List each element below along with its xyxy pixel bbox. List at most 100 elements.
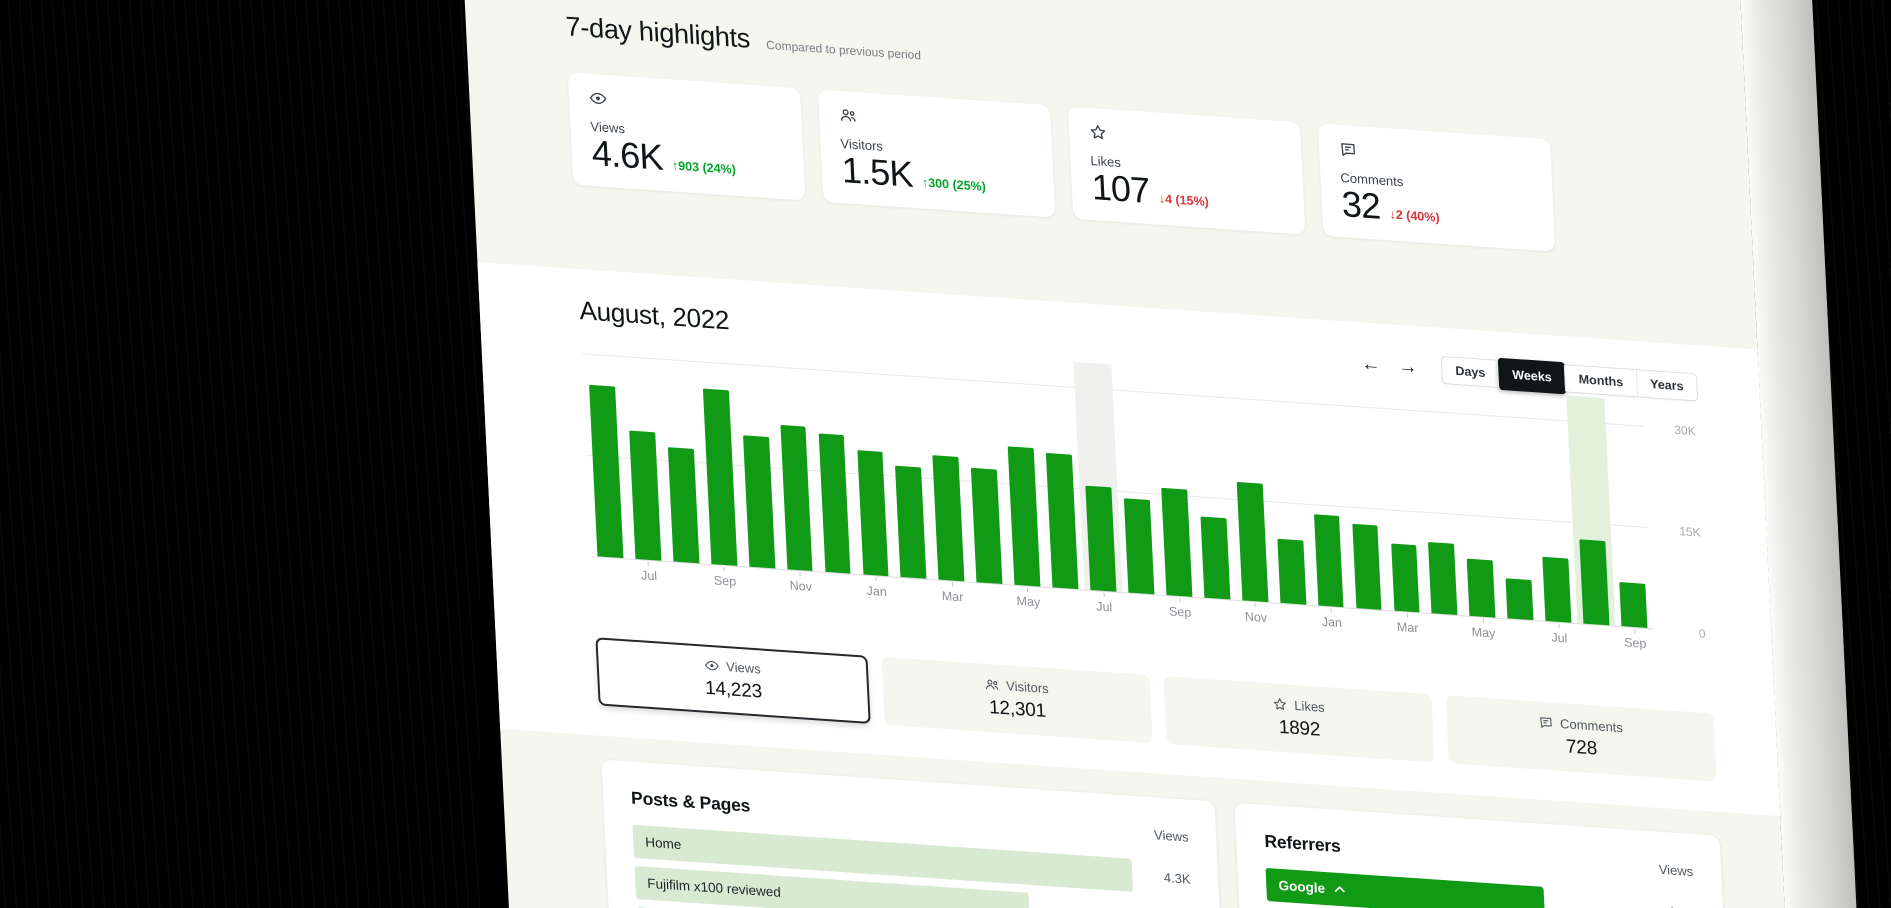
x-axis-label: May — [1016, 587, 1041, 610]
chart-bar[interactable] — [1619, 582, 1647, 628]
summary-tab-likes[interactable]: Likes 1892 — [1163, 676, 1434, 762]
chart-bar[interactable] — [1008, 447, 1041, 587]
chart-bar[interactable] — [668, 447, 699, 563]
referrers-views-column-header: Views — [1658, 862, 1693, 879]
chart-bar[interactable] — [1543, 557, 1572, 623]
granularity-days[interactable]: Days — [1442, 356, 1499, 386]
post-title: Fujifilm x100 reviewed — [647, 876, 781, 900]
x-axis-label: May — [1471, 618, 1496, 641]
summary-tab-label: Comments — [1560, 716, 1624, 735]
x-axis-label: Mar — [1396, 613, 1419, 636]
screenshot-canvas: 7-day highlights Compared to previous pe… — [0, 0, 1891, 908]
star-icon — [1272, 696, 1288, 712]
posts-views-column-header: Views — [1154, 827, 1189, 844]
highlights-subtitle: Compared to previous period — [766, 38, 921, 63]
granularity-years[interactable]: Years — [1635, 370, 1697, 400]
summary-tab-comments[interactable]: Comments 728 — [1445, 695, 1716, 781]
chart-bar[interactable] — [933, 455, 965, 581]
chart-bar[interactable] — [1161, 487, 1192, 597]
highlight-card-delta: ↓4 (15%) — [1158, 192, 1209, 212]
summary-tab-value: 728 — [1565, 736, 1597, 760]
referrer-title: Google — [1278, 878, 1325, 896]
people-icon — [984, 677, 1000, 693]
highlights-title: 7-day highlights — [565, 11, 751, 55]
highlight-card-value: 1.5K — [841, 153, 914, 192]
chart-bar[interactable] — [1277, 539, 1306, 605]
chevron-up-icon[interactable] — [1334, 885, 1345, 893]
chart-bar[interactable] — [1428, 542, 1457, 615]
highlight-card-views: Views 4.6K ↑903 (24%) — [568, 72, 805, 200]
highlight-card-likes: Likes 107 ↓4 (15%) — [1068, 106, 1305, 234]
stats-page: 7-day highlights Compared to previous pe… — [460, 0, 1808, 908]
referrers-panel: Referrers Views Google 6.2K — [1235, 803, 1735, 908]
granularity-weeks[interactable]: Weeks — [1497, 357, 1567, 394]
highlight-card-value: 107 — [1091, 170, 1150, 208]
summary-tab-views[interactable]: Views 14,223 — [595, 637, 870, 724]
highlight-card-delta: ↑903 (24%) — [672, 159, 737, 180]
x-axis-label: Sep — [1168, 597, 1191, 620]
chart-bar[interactable] — [1085, 486, 1116, 592]
summary-tab-label: Views — [726, 659, 761, 676]
chart-bar[interactable] — [1046, 453, 1078, 590]
left-black-border — [0, 0, 480, 908]
highlight-card-visitors: Visitors 1.5K ↑300 (25%) — [818, 89, 1055, 217]
chart-bar[interactable] — [1391, 543, 1420, 612]
chart-bar[interactable] — [743, 435, 775, 568]
chart-bar[interactable] — [1467, 559, 1496, 618]
x-axis-label: Sep — [1623, 628, 1646, 651]
chart-bar[interactable] — [1580, 539, 1610, 625]
people-icon — [839, 106, 858, 125]
x-axis-label: Jan — [1321, 608, 1342, 630]
eye-icon — [704, 658, 720, 674]
chart-bar[interactable] — [1124, 498, 1154, 594]
posts-pages-title: Posts & Pages — [631, 788, 751, 817]
previous-period-button[interactable]: ← — [1357, 351, 1385, 379]
summary-tab-value: 1892 — [1278, 717, 1321, 742]
x-axis-label: Jan — [866, 577, 887, 599]
period-title: August, 2022 — [579, 295, 730, 336]
eye-icon — [589, 89, 608, 108]
highlight-card-value: 32 — [1341, 187, 1381, 224]
chart-bar[interactable] — [818, 434, 851, 574]
y-axis-label: 15K — [1679, 524, 1701, 540]
granularity-tabs: DaysWeeksMonthsYears — [1441, 355, 1698, 401]
y-axis-label: 0 — [1699, 626, 1706, 641]
next-period-button[interactable]: → — [1394, 353, 1422, 381]
post-title: Home — [645, 835, 682, 853]
chart-bar[interactable] — [1506, 578, 1534, 620]
granularity-months[interactable]: Months — [1564, 365, 1637, 396]
highlight-card-delta: ↓2 (40%) — [1389, 208, 1440, 228]
chart-bar[interactable] — [971, 468, 1002, 584]
y-axis-label: 30K — [1674, 422, 1696, 438]
highlight-card-delta: ↑300 (25%) — [922, 176, 987, 197]
x-axis-label: Nov — [789, 571, 812, 594]
stats-page-scene: 7-day highlights Compared to previous pe… — [460, 0, 1880, 908]
post-views-value: 4.3K — [1132, 868, 1191, 887]
chart-bar[interactable] — [780, 424, 813, 571]
chart-bar[interactable] — [589, 384, 623, 558]
x-axis-label: Jul — [640, 561, 657, 583]
chart-bar[interactable] — [857, 450, 889, 576]
referrer-views-value: 6.2K — [1637, 902, 1696, 908]
summary-tab-label: Likes — [1294, 698, 1325, 715]
highlight-card-value: 4.6K — [591, 136, 664, 175]
highlight-card-comments: Comments 32 ↓2 (40%) — [1318, 123, 1555, 251]
chart-bar[interactable] — [1352, 524, 1382, 610]
comment-icon — [1538, 714, 1554, 730]
x-axis-label: Jul — [1096, 592, 1113, 614]
chart-controls: ← → DaysWeeksMonthsYears — [1357, 350, 1698, 401]
chart-bar[interactable] — [703, 389, 737, 566]
x-axis-label: Sep — [713, 566, 736, 589]
summary-tab-value: 14,223 — [705, 678, 763, 704]
summary-tab-label: Visitors — [1006, 678, 1049, 696]
comment-icon — [1339, 140, 1358, 159]
referrers-title: Referrers — [1264, 831, 1341, 857]
chart-bar[interactable] — [896, 466, 927, 579]
period-stats-section: August, 2022 ← → DaysWeeksMonthsYears 30… — [477, 262, 1780, 816]
summary-tab-visitors[interactable]: Visitors 12,301 — [881, 657, 1152, 743]
chart-bar[interactable] — [629, 431, 661, 561]
chart-bar[interactable] — [1200, 517, 1230, 600]
x-axis-label: Jul — [1551, 623, 1568, 645]
x-axis-label: Nov — [1244, 602, 1267, 625]
chart-bar[interactable] — [1314, 514, 1344, 607]
